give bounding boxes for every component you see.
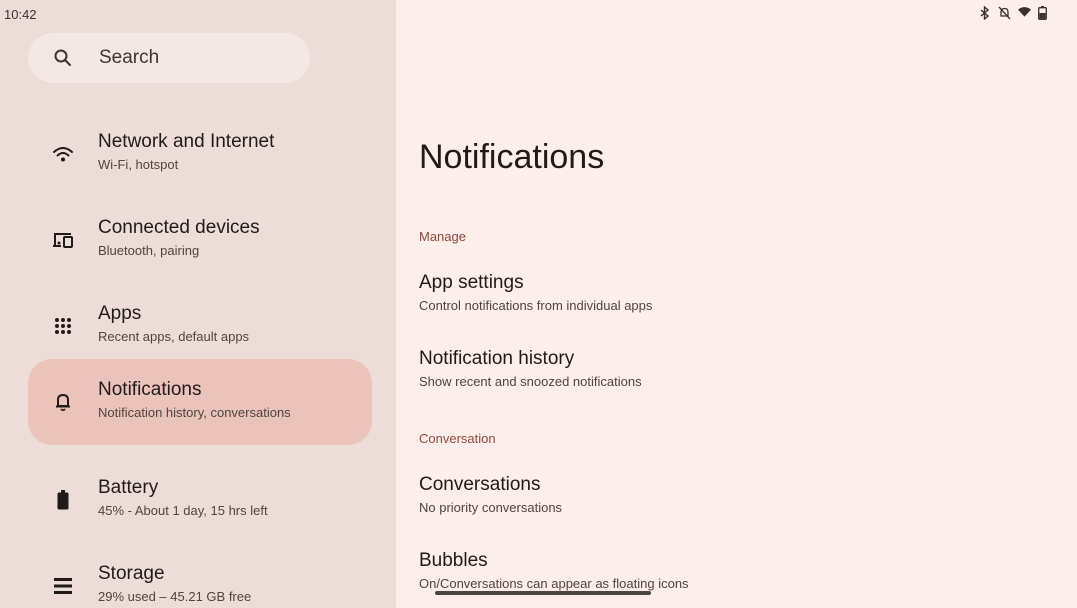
pref-notification-history[interactable]: Notification history Show recent and sno… <box>419 348 1019 398</box>
pref-subtitle: No priority conversations <box>419 500 563 515</box>
search-bar[interactable]: Search <box>28 33 310 83</box>
sidebar-item-subtitle: 45% - About 1 day, 15 hrs left <box>98 503 268 518</box>
section-header-conversation: Conversation <box>419 431 496 446</box>
search-label: Search <box>99 47 160 68</box>
page-title: Notifications <box>419 138 605 176</box>
battery-icon <box>52 489 74 511</box>
apps-grid-icon <box>52 315 74 337</box>
pref-title: App settings <box>419 272 524 293</box>
settings-sidebar: 10:42 Search Network and Internet Wi-Fi,… <box>0 0 396 608</box>
wifi-icon <box>52 143 74 165</box>
sidebar-item-notifications[interactable]: Notifications Notification history, conv… <box>28 359 372 445</box>
sidebar-item-title: Notifications <box>98 379 202 400</box>
pref-conversations[interactable]: Conversations No priority conversations <box>419 474 1019 524</box>
bell-icon <box>52 391 74 413</box>
bluetooth-icon <box>978 6 991 20</box>
pref-title: Notification history <box>419 348 575 369</box>
pref-subtitle: Control notifications from individual ap… <box>419 298 653 313</box>
sidebar-item-title: Connected devices <box>98 217 260 238</box>
status-time: 10:42 <box>4 7 37 22</box>
sidebar-item-subtitle: Wi-Fi, hotspot <box>98 157 179 172</box>
sidebar-item-subtitle: 29% used – 45.21 GB free <box>98 589 252 604</box>
sidebar-item-storage[interactable]: Storage 29% used – 45.21 GB free <box>28 543 372 608</box>
storage-icon <box>52 575 74 597</box>
pref-title: Conversations <box>419 474 541 495</box>
sidebar-item-title: Apps <box>98 303 142 324</box>
devices-icon <box>52 229 74 251</box>
sidebar-item-subtitle: Recent apps, default apps <box>98 329 250 344</box>
sidebar-item-subtitle: Bluetooth, pairing <box>98 243 200 258</box>
sidebar-item-battery[interactable]: Battery 45% - About 1 day, 15 hrs left <box>28 457 372 543</box>
pref-title: Bubbles <box>419 550 488 571</box>
wifi-icon <box>1018 6 1031 20</box>
gesture-home-bar[interactable] <box>435 591 651 595</box>
pref-subtitle: Show recent and snoozed notifications <box>419 374 642 389</box>
pref-subtitle: On/Conversations can appear as floating … <box>419 576 689 591</box>
sidebar-item-title: Network and Internet <box>98 131 275 152</box>
search-icon <box>53 48 73 68</box>
notifications-off-icon <box>998 6 1011 20</box>
sidebar-item-subtitle: Notification history, conversations <box>98 405 291 420</box>
battery-icon <box>1038 6 1051 20</box>
section-header-manage: Manage <box>419 229 466 244</box>
sidebar-item-title: Storage <box>98 563 165 584</box>
settings-screen: 10:42 Search Network and Internet Wi-Fi,… <box>0 0 1077 608</box>
pref-app-settings[interactable]: App settings Control notifications from … <box>419 272 1019 322</box>
status-icons <box>978 6 1051 20</box>
sidebar-item-connected-devices[interactable]: Connected devices Bluetooth, pairing <box>28 197 372 283</box>
sidebar-item-apps[interactable]: Apps Recent apps, default apps <box>28 283 372 369</box>
sidebar-item-network[interactable]: Network and Internet Wi-Fi, hotspot <box>28 111 372 197</box>
sidebar-item-title: Battery <box>98 477 159 498</box>
